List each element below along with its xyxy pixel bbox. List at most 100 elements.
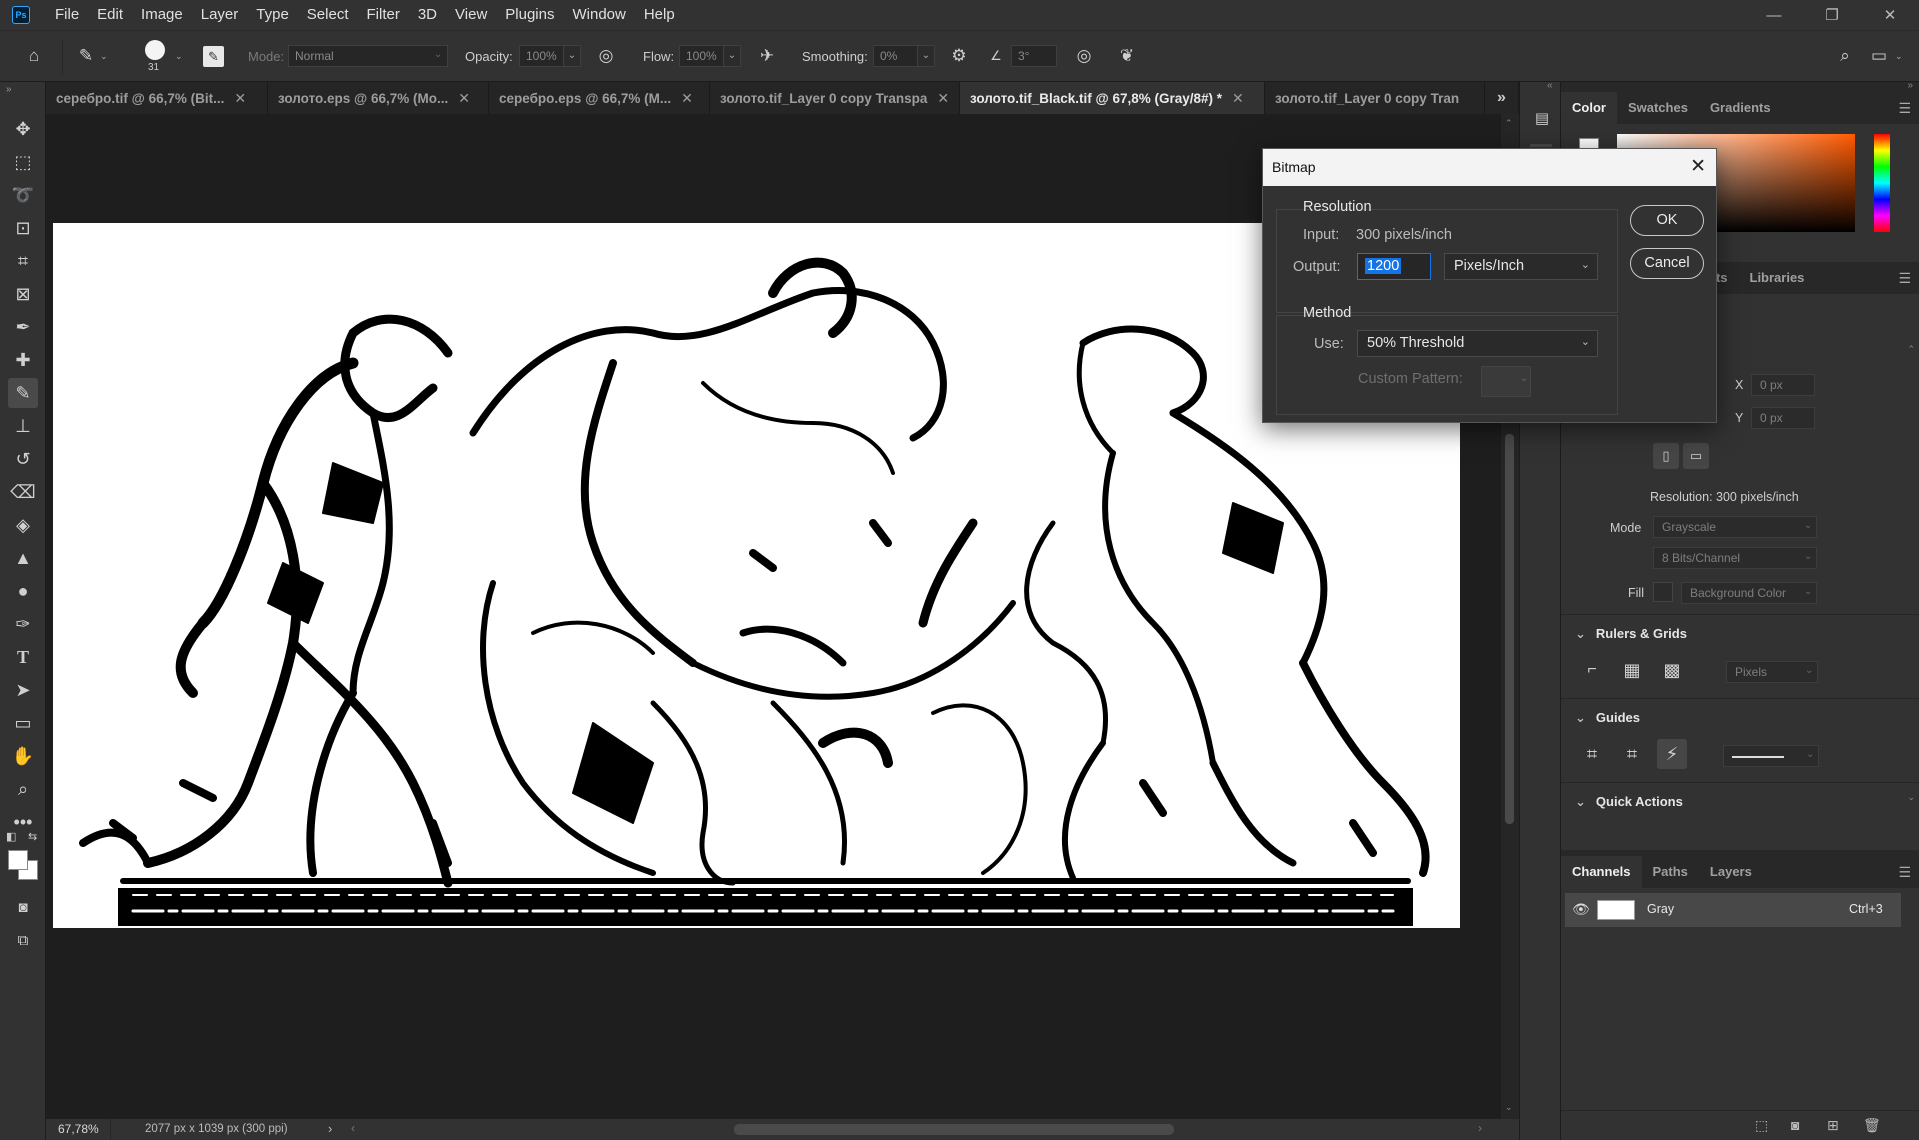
swap-colors-icon[interactable]: ⇆	[28, 830, 37, 843]
type-tool-icon[interactable]: T	[8, 642, 38, 672]
panel-menu-icon[interactable]: ☰	[1898, 864, 1911, 881]
ok-button[interactable]: OK	[1630, 205, 1704, 236]
symmetry-butterfly-icon[interactable]: ❦	[1115, 44, 1139, 68]
horizontal-scroll-thumb[interactable]	[734, 1124, 1174, 1135]
gear-icon[interactable]: ⚙	[947, 44, 971, 68]
ruler-icon[interactable]: ⌐	[1577, 655, 1607, 685]
menu-image[interactable]: Image	[132, 0, 192, 30]
default-colors-icon[interactable]: ◧	[6, 830, 16, 843]
flow-dropdown[interactable]: ⌄	[723, 45, 741, 67]
close-icon[interactable]: ✕	[458, 90, 470, 107]
menu-edit[interactable]: Edit	[88, 0, 132, 30]
new-channel-icon[interactable]: ⊞	[1827, 1117, 1839, 1134]
marquee-tool-icon[interactable]: ⬚	[8, 147, 38, 177]
doc-tab[interactable]: серебро.eps @ 66,7% (M... ✕	[489, 82, 710, 114]
trash-icon[interactable]: 🗑	[1863, 1117, 1881, 1134]
tab-layers[interactable]: Layers	[1699, 856, 1763, 888]
cancel-button[interactable]: Cancel	[1630, 248, 1704, 279]
doc-tab[interactable]: золото.eps @ 66,7% (Mo... ✕	[268, 82, 489, 114]
history-panel-icon[interactable]: ▤	[1530, 106, 1554, 130]
landscape-orientation-icon[interactable]: ▭	[1683, 443, 1709, 469]
menu-select[interactable]: Select	[298, 0, 358, 30]
mode-select[interactable]: Normal	[288, 45, 448, 67]
pen-tool-icon[interactable]: ✑	[8, 609, 38, 639]
foreground-color-swatch[interactable]	[8, 850, 28, 870]
doc-tab[interactable]: золото.tif_Layer 0 copy Tran	[1265, 82, 1485, 114]
close-icon[interactable]: ✕	[937, 90, 949, 107]
status-menu-arrow[interactable]: ›	[328, 1121, 332, 1136]
grid-icon[interactable]: ▦	[1617, 655, 1647, 685]
save-selection-icon[interactable]: ◙	[1791, 1117, 1799, 1133]
hue-slider[interactable]	[1874, 134, 1890, 232]
chevron-down-icon[interactable]: ⌄	[100, 51, 108, 62]
mode-select[interactable]: Grayscale	[1653, 516, 1817, 538]
collapse-panels-icon[interactable]: »	[1907, 80, 1913, 91]
eyedropper-tool-icon[interactable]: ✒	[8, 312, 38, 342]
move-tool-icon[interactable]: ✥	[8, 114, 38, 144]
brush-preview-icon[interactable]	[145, 40, 165, 60]
hand-tool-icon[interactable]: ✋	[8, 741, 38, 771]
object-select-tool-icon[interactable]: ⊡	[8, 213, 38, 243]
close-icon[interactable]: ✕	[681, 90, 693, 107]
guides-header[interactable]: ⌄ Guides	[1575, 710, 1640, 726]
zoom-tool-icon[interactable]: ⌕	[8, 774, 38, 804]
output-unit-select[interactable]: Pixels/Inch ⌄	[1444, 253, 1598, 280]
screen-mode-icon[interactable]: ⧉	[8, 925, 38, 955]
smart-guides-icon[interactable]: ⚡	[1657, 739, 1687, 769]
fill-select[interactable]: Background Color	[1681, 582, 1817, 604]
quick-actions-header[interactable]: ⌄ Quick Actions	[1575, 794, 1683, 810]
zoom-level[interactable]: 67,78%	[58, 1122, 99, 1136]
lock-guides-icon[interactable]: ⌗	[1617, 739, 1647, 769]
dialog-close-icon[interactable]: ✕	[1690, 149, 1706, 186]
load-selection-icon[interactable]: ⬚	[1755, 1117, 1768, 1134]
minimize-button[interactable]: —	[1745, 0, 1803, 30]
portrait-orientation-icon[interactable]: ▯	[1653, 443, 1679, 469]
brush-tool-preset-icon[interactable]: ✎	[74, 44, 98, 68]
vertical-scroll-thumb[interactable]	[1505, 434, 1514, 824]
menu-type[interactable]: Type	[247, 0, 298, 30]
pressure-opacity-icon[interactable]: ◎	[594, 44, 618, 68]
healing-brush-tool-icon[interactable]: ✚	[8, 345, 38, 375]
scroll-up-icon[interactable]: ⌃	[1505, 118, 1513, 129]
workspace-icon[interactable]: ▭	[1867, 44, 1891, 68]
close-window-button[interactable]: ✕	[1861, 0, 1919, 30]
clone-stamp-tool-icon[interactable]: ⊥	[8, 411, 38, 441]
rectangle-tool-icon[interactable]: ▭	[8, 708, 38, 738]
x-input[interactable]: 0 px	[1751, 374, 1815, 396]
blur-tool-icon[interactable]: ▲	[8, 543, 38, 573]
doc-tab-active[interactable]: золото.tif_Black.tif @ 67,8% (Gray/8#) *…	[960, 82, 1265, 114]
output-resolution-input[interactable]: 1200	[1357, 253, 1431, 280]
airbrush-icon[interactable]: ✈	[755, 44, 779, 68]
tab-libraries[interactable]: Libraries	[1739, 262, 1816, 294]
panel-menu-icon[interactable]: ☰	[1898, 100, 1911, 117]
angle-input[interactable]: 3°	[1011, 45, 1057, 67]
eraser-tool-icon[interactable]: ⌫	[8, 477, 38, 507]
quick-mask-icon[interactable]: ◙	[8, 892, 38, 922]
menu-3d[interactable]: 3D	[409, 0, 446, 30]
dodge-tool-icon[interactable]: ●	[8, 576, 38, 606]
scroll-down-icon[interactable]: ⌄	[1907, 792, 1915, 803]
close-icon[interactable]: ✕	[1232, 90, 1244, 107]
method-select[interactable]: 50% Threshold ⌄	[1357, 330, 1598, 357]
expand-panels-icon[interactable]: «	[1547, 80, 1553, 91]
collapse-icon[interactable]: »	[6, 84, 12, 95]
brush-settings-icon[interactable]: ✎	[203, 46, 224, 67]
menu-layer[interactable]: Layer	[192, 0, 248, 30]
chevron-down-icon[interactable]: ⌄	[1895, 51, 1903, 62]
tab-channels[interactable]: Channels	[1561, 856, 1642, 888]
menu-window[interactable]: Window	[563, 0, 634, 30]
menu-plugins[interactable]: Plugins	[496, 0, 563, 30]
rulers-grids-header[interactable]: ⌄ Rulers & Grids	[1575, 626, 1687, 642]
guide-style-select[interactable]	[1723, 745, 1819, 767]
chevron-down-icon[interactable]: ⌄	[175, 51, 183, 62]
scroll-down-icon[interactable]: ⌄	[1505, 1102, 1513, 1113]
table-row[interactable]: 👁 Gray Ctrl+3	[1565, 893, 1901, 927]
restore-button[interactable]: ❐	[1803, 0, 1861, 30]
bit-depth-select[interactable]: 8 Bits/Channel	[1653, 547, 1817, 569]
pixel-grid-icon[interactable]: ▩	[1657, 655, 1687, 685]
tab-swatches[interactable]: Swatches	[1617, 92, 1699, 124]
doc-tab[interactable]: золото.tif_Layer 0 copy Transpa ✕	[710, 82, 960, 114]
visibility-eye-icon[interactable]: 👁	[1572, 901, 1590, 918]
guide-icon[interactable]: ⌗	[1577, 739, 1607, 769]
menu-filter[interactable]: Filter	[358, 0, 409, 30]
